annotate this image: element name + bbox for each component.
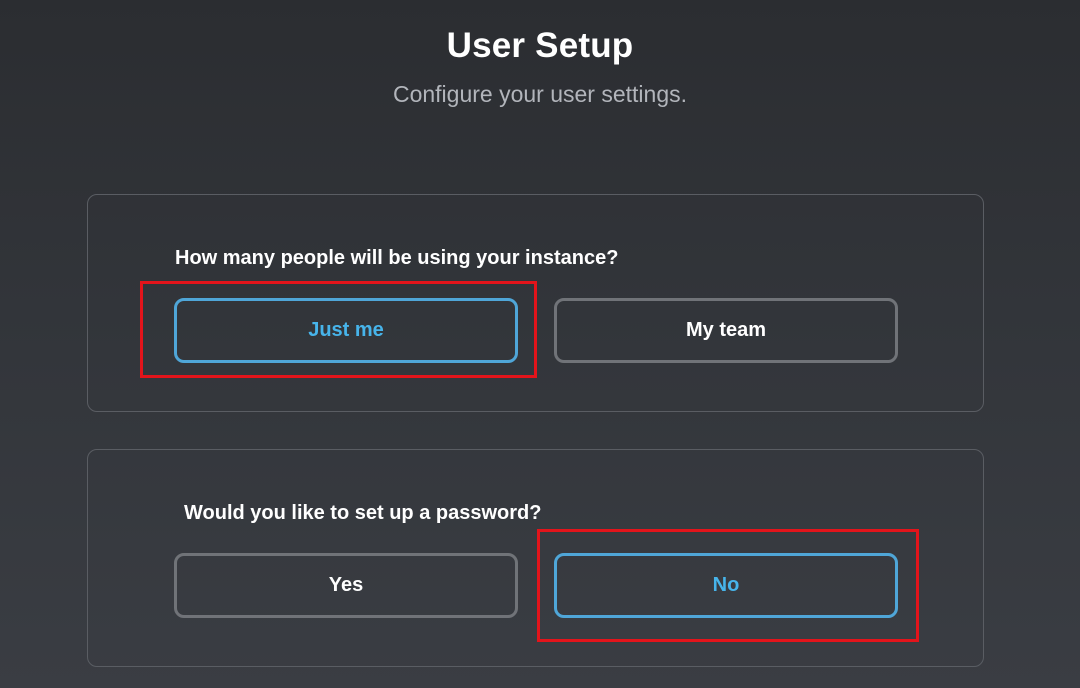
password-card: Would you like to set up a password? Yes…: [87, 449, 984, 667]
my-team-button[interactable]: My team: [554, 298, 898, 363]
users-question: How many people will be using your insta…: [175, 247, 619, 269]
users-card: How many people will be using your insta…: [87, 194, 984, 412]
no-button[interactable]: No: [554, 553, 898, 618]
page-title: User Setup: [446, 26, 634, 65]
yes-button[interactable]: Yes: [174, 553, 518, 618]
password-question: Would you like to set up a password?: [184, 502, 542, 524]
page-subtitle: Configure your user settings.: [392, 81, 688, 107]
just-me-button[interactable]: Just me: [174, 298, 518, 363]
